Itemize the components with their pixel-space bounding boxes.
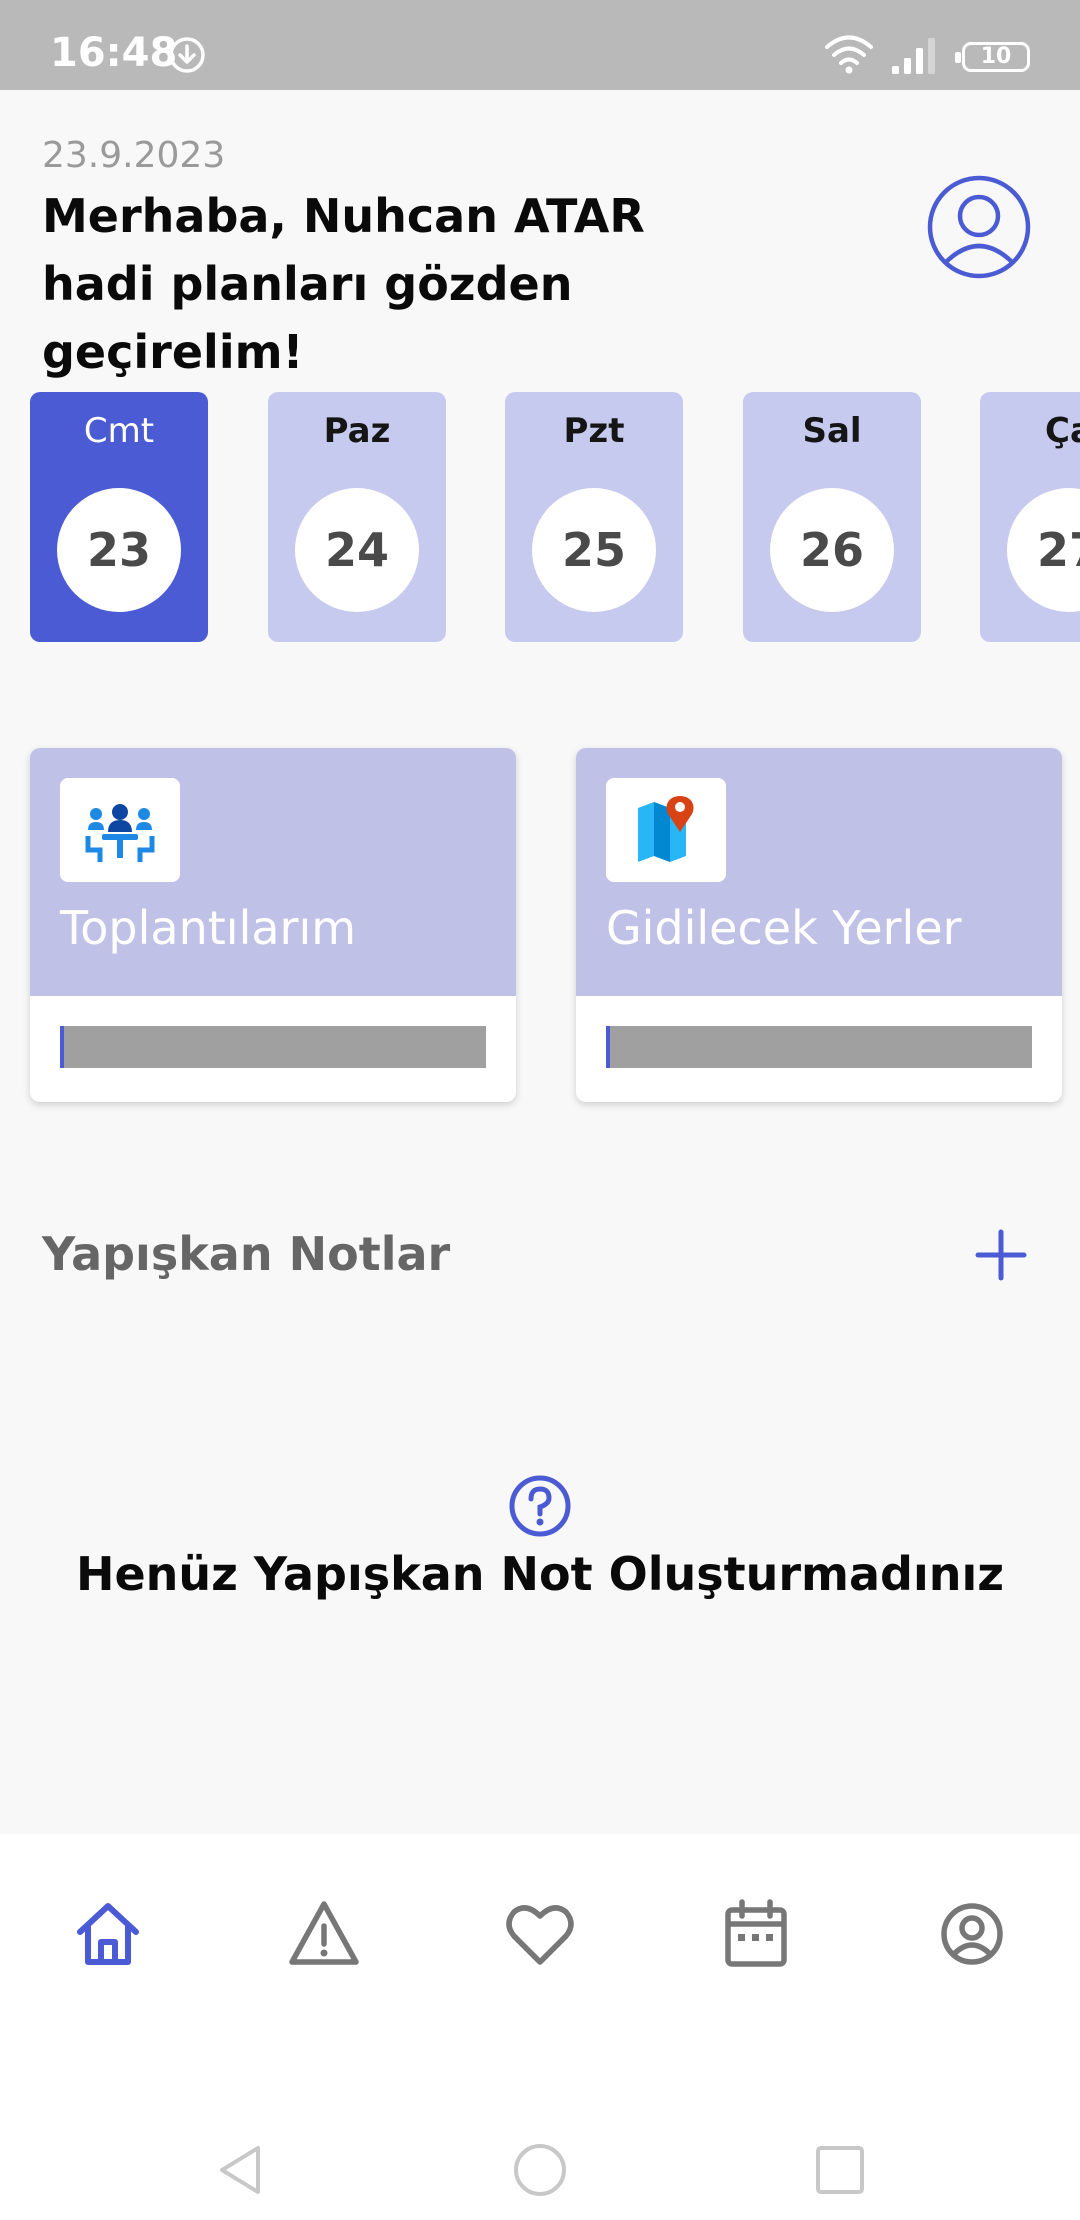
back-icon[interactable]: [210, 2140, 270, 2200]
heart-icon[interactable]: [500, 1894, 580, 1974]
day-name: Pzt: [563, 411, 625, 451]
wifi-icon: [825, 35, 873, 74]
day-number: 26: [770, 488, 894, 612]
day-name: Sal: [802, 411, 862, 451]
places-card[interactable]: Gidilecek Yerler: [576, 748, 1062, 1102]
add-note-button[interactable]: [972, 1226, 1030, 1284]
home-icon[interactable]: [68, 1894, 148, 1974]
card-title: Gidilecek Yerler: [606, 901, 962, 955]
warning-icon[interactable]: [284, 1894, 364, 1974]
day-name: Ça: [1045, 411, 1080, 451]
calendar-icon[interactable]: [716, 1894, 796, 1974]
status-bar: 16:48 10: [0, 0, 1080, 90]
recents-icon[interactable]: [810, 2140, 870, 2200]
profile-icon[interactable]: [932, 1894, 1012, 1974]
day-item[interactable]: Cmt 23: [30, 392, 208, 642]
day-number: 23: [57, 488, 181, 612]
day-number: 24: [295, 488, 419, 612]
greeting-text: Merhaba, Nuhcan ATAR hadi planları gözde…: [42, 189, 645, 379]
day-number: 25: [532, 488, 656, 612]
progress-fill: [60, 1026, 65, 1068]
meeting-icon: [60, 778, 180, 882]
battery-icon: 10: [955, 42, 1030, 72]
meetings-card[interactable]: Toplantılarım: [30, 748, 516, 1102]
sticky-notes-title: Yapışkan Notlar: [42, 1227, 451, 1281]
card-header: Gidilecek Yerler: [576, 748, 1062, 996]
day-item[interactable]: Paz 24: [268, 392, 446, 642]
signal-icon: [892, 38, 935, 74]
system-navigation: [0, 2030, 1080, 2220]
day-number: 27: [1007, 488, 1080, 612]
day-selector: Cmt 23 Paz 24 Pzt 25 Sal 26 Ça 27: [0, 392, 1080, 644]
day-item[interactable]: Ça 27: [980, 392, 1080, 642]
card-title: Toplantılarım: [60, 901, 357, 955]
day-name: Paz: [323, 411, 391, 451]
bottom-navigation: [0, 1834, 1080, 2030]
home-button-icon[interactable]: [510, 2140, 570, 2200]
progress-bar: [60, 1026, 486, 1068]
help-icon: [509, 1475, 571, 1537]
day-item[interactable]: Pzt 25: [505, 392, 683, 642]
download-icon: [169, 37, 205, 73]
card-header: Toplantılarım: [30, 748, 516, 996]
progress-bar: [606, 1026, 1032, 1068]
current-date: 23.9.2023: [42, 135, 226, 176]
map-pin-icon: [606, 778, 726, 882]
progress-fill: [606, 1026, 611, 1068]
profile-avatar-button[interactable]: [926, 174, 1032, 280]
empty-notes-message: Henüz Yapışkan Not Oluşturmadınız: [75, 1547, 1005, 1601]
day-name: Cmt: [83, 411, 155, 451]
day-item[interactable]: Sal 26: [743, 392, 921, 642]
status-time: 16:48: [50, 30, 178, 76]
